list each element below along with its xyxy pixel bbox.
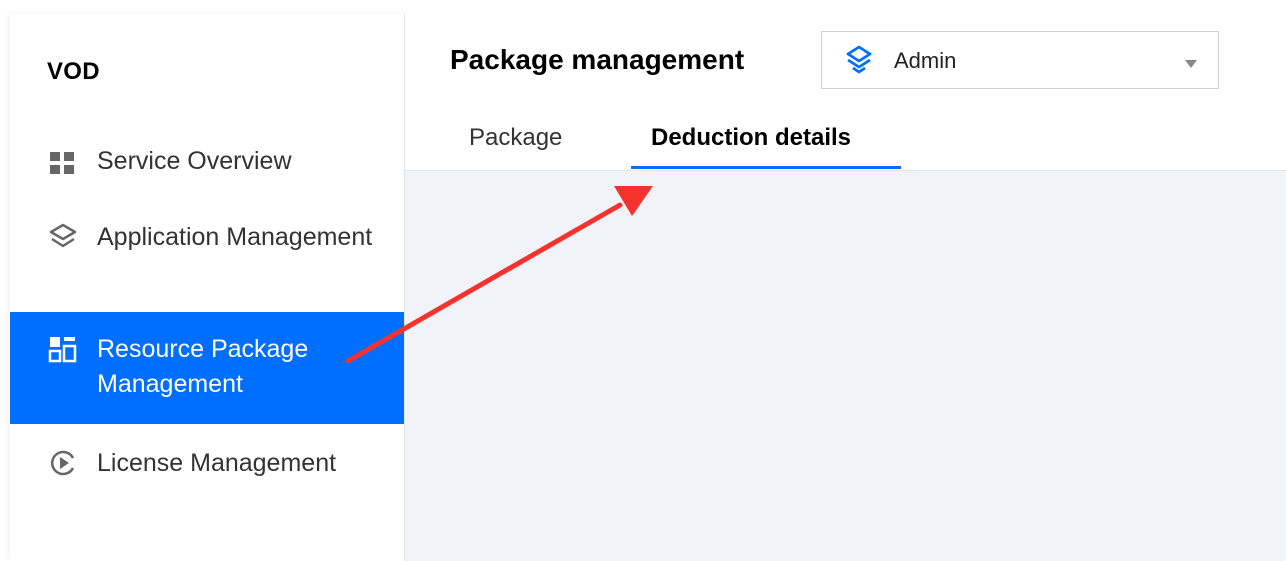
chevron-down-icon <box>1184 56 1198 68</box>
sidebar-item-license-management[interactable]: License Management <box>10 440 404 526</box>
sidebar-item-service-overview[interactable]: Service Overview <box>10 139 404 184</box>
tab-package[interactable]: Package <box>469 124 562 152</box>
app-title: VOD <box>47 58 100 85</box>
tab-deduction-details[interactable]: Deduction details <box>651 124 851 152</box>
package-icon <box>48 334 78 364</box>
page-title: Package management <box>450 44 745 75</box>
page-header: Package management Admin Package Deducti… <box>405 14 1286 171</box>
active-tab-indicator <box>631 166 901 169</box>
app-select[interactable]: Admin <box>821 31 1219 89</box>
sidebar-item-label: Resource Package Management <box>97 335 309 398</box>
app-select-value: Admin <box>894 48 957 73</box>
sidebar-item-label: Application Management <box>97 223 373 251</box>
play-circle-icon <box>48 448 78 478</box>
sidebar-item-resource-package-management[interactable]: Resource Package Management <box>10 312 404 424</box>
sidebar-item-label: Service Overview <box>97 147 292 175</box>
content-area <box>405 171 1286 561</box>
sidebar-item-label: License Management <box>97 449 337 477</box>
grid-icon <box>48 148 78 178</box>
sidebar: VOD Service Overview Application Managem… <box>10 14 405 561</box>
main-panel: Package management Admin Package Deducti… <box>405 14 1286 561</box>
sidebar-item-application-management[interactable]: Application Management <box>10 214 404 300</box>
layers-icon <box>48 222 78 252</box>
layers-app-icon <box>844 45 874 75</box>
